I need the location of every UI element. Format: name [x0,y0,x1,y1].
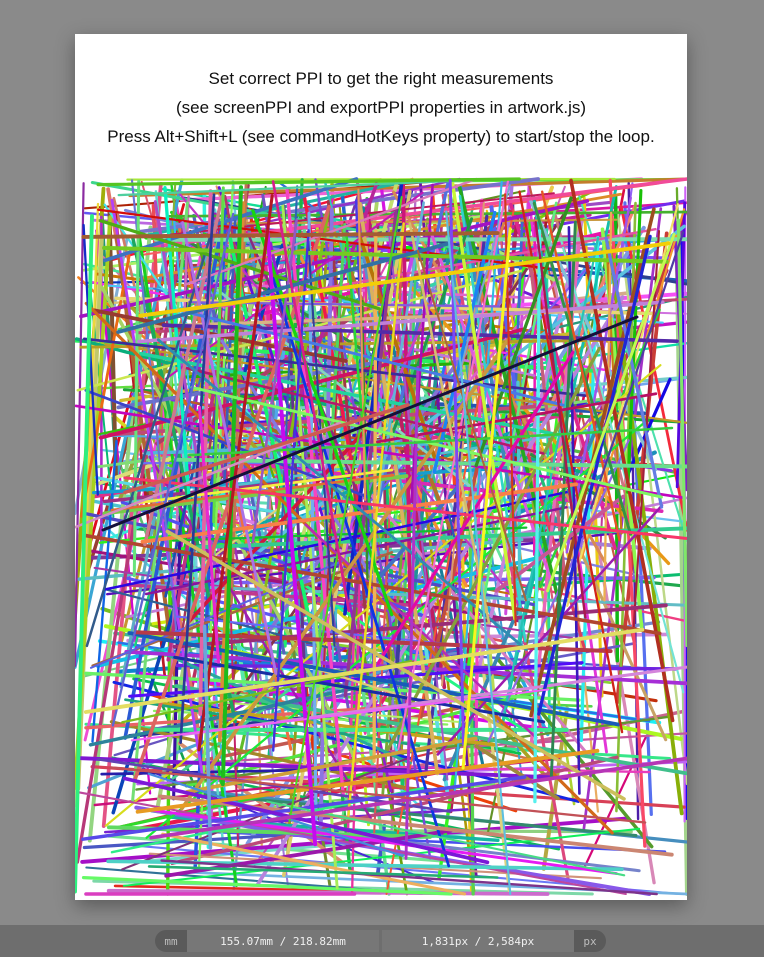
instructions-text: Set correct PPI to get the right measure… [75,64,687,151]
instruction-line-ppi: Set correct PPI to get the right measure… [208,69,554,88]
mm-size-group: mm 155.07mm / 218.82mm [155,930,379,952]
artboard: Set correct PPI to get the right measure… [75,34,687,900]
unit-px-toggle[interactable]: px [574,930,606,952]
canvas-stage: Set correct PPI to get the right measure… [0,0,764,925]
size-px-readout: 1,831px / 2,584px [382,930,574,952]
random-lines-artwork [75,177,687,896]
art-line [372,229,378,763]
status-bar: mm 155.07mm / 218.82mm 1,831px / 2,584px… [0,925,764,957]
instruction-line-properties: (see screenPPI and exportPPI properties … [175,98,587,117]
px-size-group: 1,831px / 2,584px px [382,930,606,952]
size-mm-readout: 155.07mm / 218.82mm [187,930,379,952]
instruction-line-hotkeys: Press Alt+Shift+L (see commandHotKeys pr… [107,127,655,146]
art-line [414,281,419,290]
unit-mm-toggle[interactable]: mm [155,930,187,952]
